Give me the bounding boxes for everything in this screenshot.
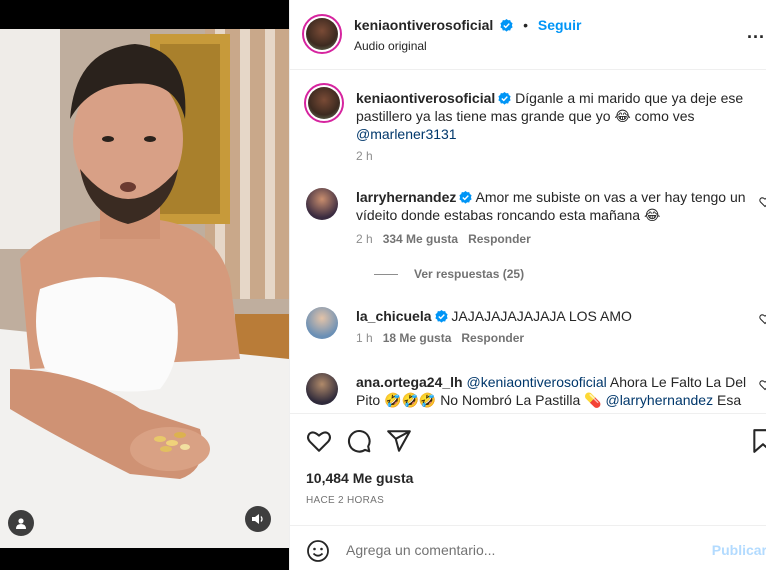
comment-like-icon[interactable] (759, 379, 766, 391)
verified-icon (434, 310, 448, 323)
post-time: HACE 2 HORAS (306, 495, 385, 506)
separator-dot: • (523, 17, 528, 33)
view-replies-button[interactable]: Ver respuestas (25) (374, 267, 524, 281)
comment-username[interactable]: la_chicuela (356, 308, 432, 324)
post-actions: 10,484 Me gusta HACE 2 HORAS (290, 413, 766, 525)
more-options-icon[interactable]: ... (747, 22, 765, 43)
comment-avatar[interactable] (306, 307, 338, 339)
comment-meta: 2 h 334 Me gusta Responder (356, 232, 531, 246)
comment-like-icon[interactable] (759, 196, 766, 208)
verified-icon (459, 191, 472, 204)
caption-username[interactable]: keniaontiverosoficial (356, 90, 495, 106)
add-comment-bar: Publicar (290, 525, 766, 570)
comment-text-block: ana.ortega24_lh @keniaontiverosoficial A… (356, 373, 756, 409)
comments-list[interactable]: keniaontiverosoficial Díganle a mi marid… (290, 71, 766, 413)
comment-avatar[interactable] (306, 373, 338, 405)
comment-time: 2 h (356, 232, 373, 246)
replies-divider (374, 274, 398, 276)
caption-mention[interactable]: @marlener3131 (356, 126, 457, 142)
caption-avatar[interactable] (304, 83, 344, 123)
post-video-frame[interactable] (0, 29, 289, 548)
author-avatar[interactable] (302, 14, 342, 54)
comment-item: la_chicuela JAJAJAJAJAJAJA LOS AMO 1 h 18… (304, 305, 766, 355)
verified-icon (498, 92, 511, 105)
comment-item: ana.ortega24_lh @keniaontiverosoficial A… (304, 371, 766, 413)
publish-button[interactable]: Publicar (712, 542, 766, 558)
reply-button[interactable]: Responder (461, 331, 524, 345)
comment-likes[interactable]: 334 Me gusta (383, 232, 458, 246)
verified-icon (500, 19, 513, 32)
post-header: keniaontiverosoficial • Seguir Audio ori… (290, 0, 766, 70)
comment-mention[interactable]: @larryhernandez (605, 392, 713, 408)
view-replies-label[interactable]: Ver respuestas (25) (414, 267, 524, 281)
comment-text: Esa (713, 392, 742, 408)
reply-button[interactable]: Responder (468, 232, 531, 246)
comment-icon[interactable] (346, 428, 372, 454)
follow-button[interactable]: Seguir (538, 17, 582, 33)
caption-text-block: keniaontiverosoficial Díganle a mi marid… (356, 89, 756, 143)
bookmark-icon[interactable] (750, 428, 766, 454)
comment-text: JAJAJAJAJAJAJA LOS AMO (451, 308, 632, 324)
comment-input[interactable] (346, 538, 706, 562)
caption-time: 2 h (356, 149, 373, 163)
user-tag-icon (16, 518, 26, 529)
caption: keniaontiverosoficial Díganle a mi marid… (304, 83, 766, 163)
likes-count[interactable]: 10,484 Me gusta (306, 470, 413, 486)
comment-meta: 1 h 18 Me gusta Responder (356, 331, 524, 345)
heart-icon[interactable] (306, 428, 332, 454)
post-panel: keniaontiverosoficial • Seguir Audio ori… (289, 0, 766, 570)
comment-text-block: la_chicuela JAJAJAJAJAJAJA LOS AMO (356, 307, 756, 325)
comment-time: 1 h (356, 331, 373, 345)
sound-toggle-button[interactable] (245, 506, 271, 532)
user-tag-button[interactable] (8, 510, 34, 536)
share-icon[interactable] (386, 428, 412, 454)
sound-icon (252, 514, 263, 524)
emoji-icon[interactable] (306, 539, 330, 563)
comment-avatar[interactable] (306, 188, 338, 220)
comment-text-block: larryhernandez Amor me subiste on vas a … (356, 188, 756, 224)
video-scene (0, 29, 289, 548)
comment-item: larryhernandez Amor me subiste on vas a … (304, 186, 766, 296)
comment-username[interactable]: larryhernandez (356, 189, 456, 205)
comment-likes[interactable]: 18 Me gusta (383, 331, 452, 345)
post-media[interactable] (0, 0, 289, 570)
author-username[interactable]: keniaontiverosoficial (354, 17, 493, 33)
comment-username[interactable]: ana.ortega24_lh (356, 374, 463, 390)
comment-like-icon[interactable] (759, 313, 766, 325)
audio-label[interactable]: Audio original (354, 39, 427, 53)
comment-mention[interactable]: @keniaontiverosoficial (467, 374, 607, 390)
